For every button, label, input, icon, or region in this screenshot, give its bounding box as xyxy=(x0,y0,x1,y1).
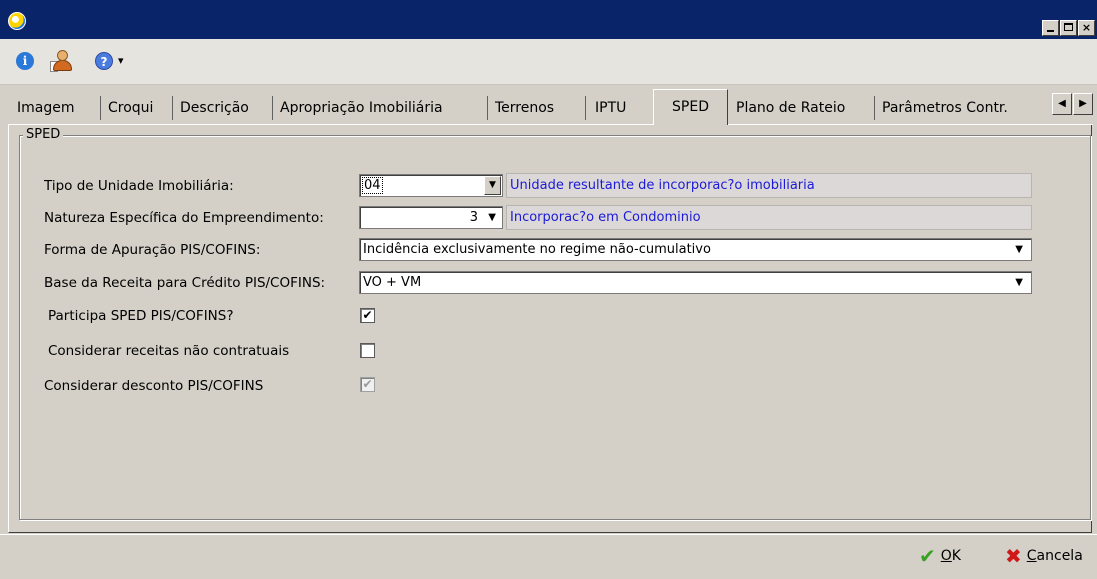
forma-apuracao-select[interactable]: Incidência exclusivamente no regime não-… xyxy=(359,238,1032,261)
close-icon: × xyxy=(1081,21,1092,34)
tab-sped[interactable]: SPED xyxy=(653,89,728,125)
tipo-unidade-description: Unidade resultante de incorporac?o imobi… xyxy=(506,173,1032,198)
toolbar: i ? ▾ xyxy=(0,39,1097,85)
footer-bar: ✔ OK ✖ Cancela xyxy=(0,534,1097,579)
receitas-nao-contratuais-checkbox[interactable] xyxy=(360,343,375,358)
user-head-shape xyxy=(57,50,68,61)
title-bar: × xyxy=(0,0,1097,39)
natureza-description: Incorporac?o em Condominio xyxy=(506,205,1032,230)
ok-button[interactable]: ✔ OK xyxy=(919,544,961,568)
tab-scroll-left-button[interactable]: ◀ xyxy=(1052,93,1072,115)
chevron-down-icon[interactable]: ▼ xyxy=(1015,272,1023,293)
tab-plano-de-rateio[interactable]: Plano de Rateio xyxy=(731,94,850,122)
desconto-checkbox: ✔ xyxy=(360,377,375,392)
cancel-label: Cancela xyxy=(1026,548,1083,564)
minimize-icon xyxy=(1047,30,1054,32)
tab-scroll-controls: ◀ ▶ xyxy=(1052,93,1093,115)
cancel-button[interactable]: ✖ Cancela xyxy=(1005,544,1083,568)
tab-strip: Imagem Croqui Descrição Apropriação Imob… xyxy=(8,89,1093,125)
check-icon: ✔ xyxy=(919,544,936,568)
info-icon[interactable]: i xyxy=(16,52,34,70)
tipo-unidade-label: Tipo de Unidade Imobiliária: xyxy=(44,178,234,194)
tab-terrenos[interactable]: Terrenos xyxy=(490,94,559,122)
tab-panel-sped: SPED Tipo de Unidade Imobiliária: 04 ▼ U… xyxy=(8,125,1092,533)
tab-imagem[interactable]: Imagem xyxy=(12,94,79,122)
minimize-button[interactable] xyxy=(1042,20,1059,36)
window-controls: × xyxy=(1042,20,1095,36)
base-receita-label: Base da Receita para Crédito PIS/COFINS: xyxy=(44,275,326,291)
tab-parametros-contr[interactable]: Parâmetros Contr. xyxy=(877,94,1047,122)
app-icon[interactable] xyxy=(8,12,26,30)
natureza-select[interactable]: 3 ▼ xyxy=(359,206,503,229)
base-receita-value: VO + VM xyxy=(363,275,422,290)
close-icon: ✖ xyxy=(1005,544,1022,568)
maximize-icon xyxy=(1064,23,1073,31)
tipo-unidade-value: 04 xyxy=(362,177,383,194)
participa-sped-checkbox[interactable]: ✔ xyxy=(360,308,375,323)
base-receita-select[interactable]: VO + VM ▼ xyxy=(359,271,1032,294)
tab-croqui[interactable]: Croqui xyxy=(103,94,158,122)
tab-iptu[interactable]: IPTU xyxy=(590,94,631,122)
close-button[interactable]: × xyxy=(1078,20,1095,36)
help-icon[interactable]: ? xyxy=(95,52,113,70)
desconto-label: Considerar desconto PIS/COFINS xyxy=(44,378,264,394)
ok-label: OK xyxy=(940,548,961,564)
user-icon[interactable] xyxy=(50,49,74,73)
user-body-shape xyxy=(53,60,72,71)
tab-scroll-right-button[interactable]: ▶ xyxy=(1073,93,1093,115)
help-dropdown-icon[interactable]: ▾ xyxy=(118,54,124,67)
groupbox-title: SPED xyxy=(23,127,64,142)
forma-apuracao-value: Incidência exclusivamente no regime não-… xyxy=(363,242,711,257)
maximize-button[interactable] xyxy=(1060,20,1077,36)
natureza-value: 3 xyxy=(469,210,478,225)
tab-apropriacao-imobiliaria[interactable]: Apropriação Imobiliária xyxy=(275,94,448,122)
natureza-label: Natureza Específica do Empreendimento: xyxy=(44,210,324,226)
receitas-nao-contratuais-label: Considerar receitas não contratuais xyxy=(48,343,290,359)
participa-sped-label: Participa SPED PIS/COFINS? xyxy=(48,308,234,324)
chevron-down-icon[interactable]: ▼ xyxy=(1015,239,1023,260)
forma-apuracao-label: Forma de Apuração PIS/COFINS: xyxy=(44,242,261,258)
tipo-unidade-select[interactable]: 04 ▼ xyxy=(359,174,503,197)
chevron-down-icon[interactable]: ▼ xyxy=(488,207,496,228)
chevron-down-icon[interactable]: ▼ xyxy=(484,176,501,195)
tab-descricao[interactable]: Descrição xyxy=(175,94,254,122)
